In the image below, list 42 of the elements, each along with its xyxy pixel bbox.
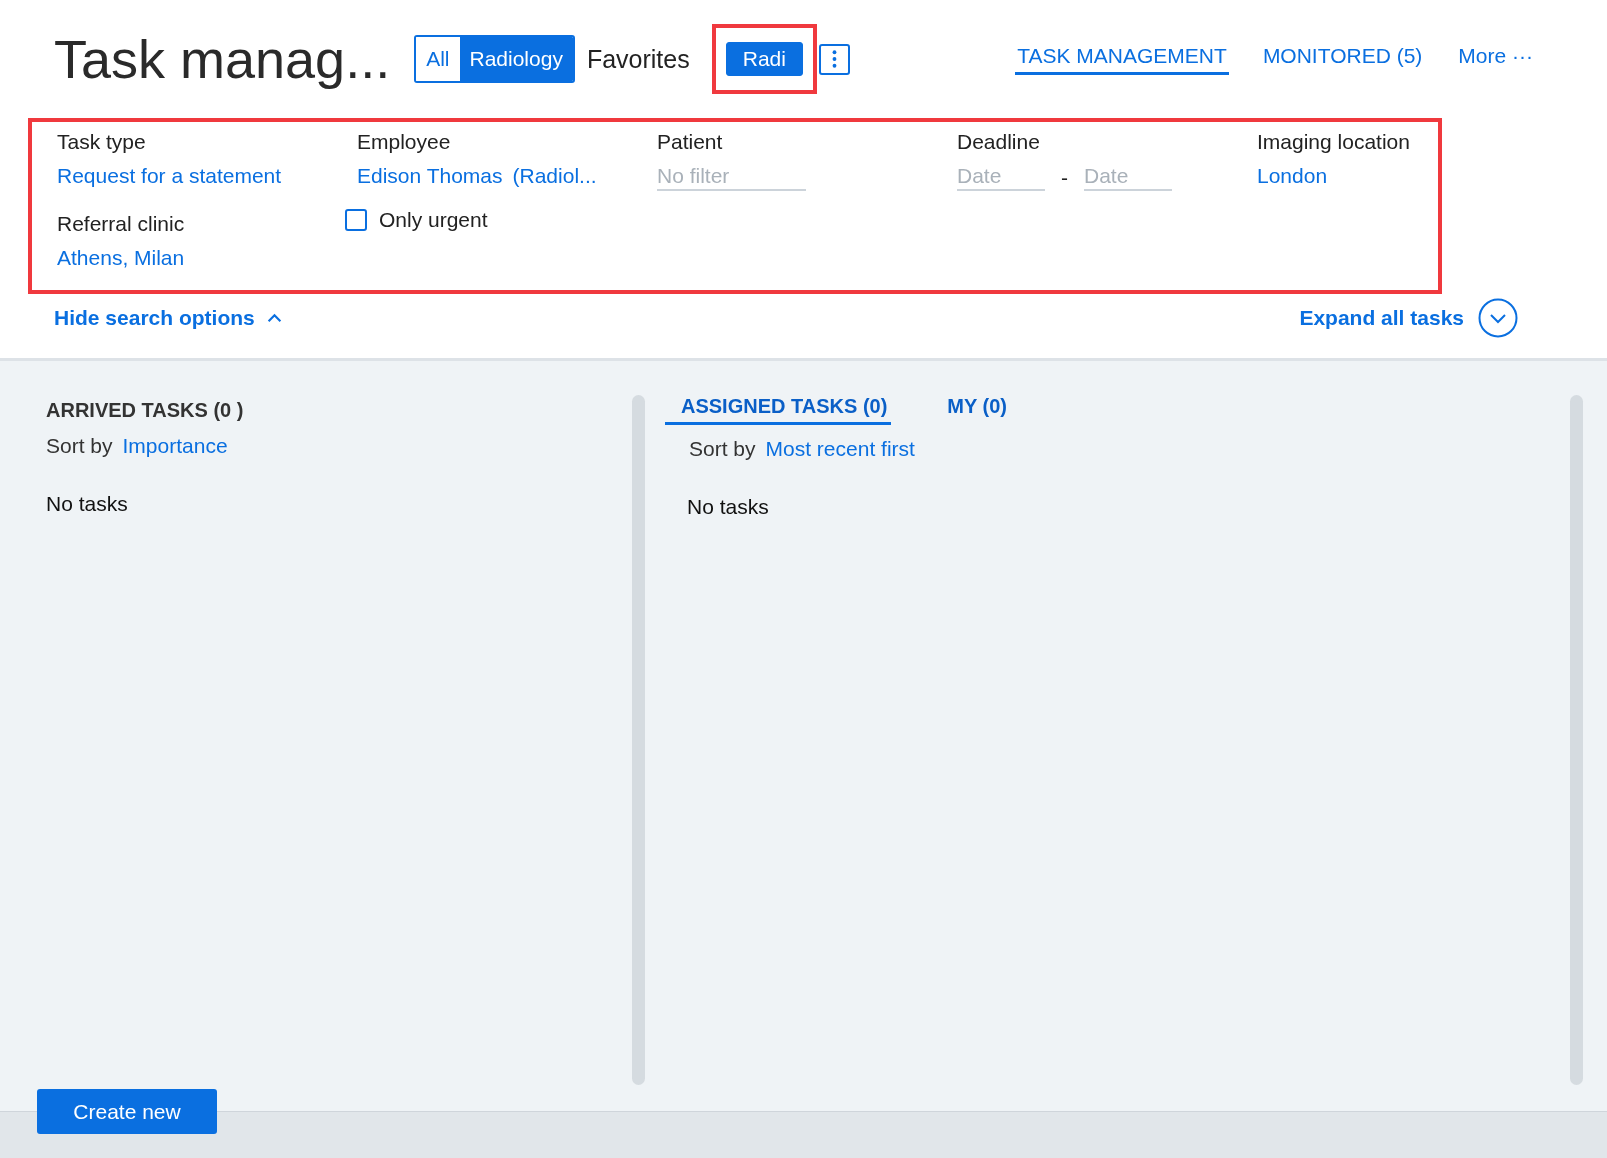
scrollbar[interactable] (632, 395, 645, 1085)
column-tab[interactable]: ASSIGNED TASKS (0) (665, 395, 892, 425)
chevron-down-circle-icon (1478, 298, 1518, 338)
date-input[interactable]: Date (957, 164, 1045, 191)
more-options-button[interactable] (818, 43, 850, 75)
filter-label: Employee (357, 130, 452, 154)
sort-option-link[interactable]: Importance (122, 434, 228, 458)
filter-label: Task type (57, 130, 147, 154)
filter-value-link[interactable]: Athens, Milan (57, 246, 185, 270)
expand-all-tasks-link[interactable]: Expand all tasks (1299, 306, 1464, 330)
scrollbar[interactable] (1570, 395, 1583, 1085)
empty-message: No tasks (686, 495, 770, 519)
create-new-button[interactable]: Create new (37, 1089, 217, 1134)
filter-input[interactable]: No filter (657, 164, 806, 191)
checkbox-label: Only urgent (379, 208, 488, 232)
checkbox[interactable] (345, 209, 367, 231)
filter-value-link[interactable]: (Radiol... (512, 164, 597, 188)
favorites-label: Favorites (586, 44, 690, 74)
sort-option-link[interactable]: Most recent first (765, 437, 915, 461)
filter-label: Deadline (957, 130, 1041, 154)
filter-label: Imaging location (1257, 130, 1411, 154)
page-title: Task manag... (54, 28, 391, 90)
caret-up-icon (266, 313, 282, 323)
nav-tab[interactable]: TASK MANAGEMENT (1015, 43, 1229, 75)
kebab-icon (831, 50, 837, 68)
nav-tab[interactable]: MONITORED (5) (1260, 43, 1425, 75)
filter-value-link[interactable]: London (1257, 164, 1328, 188)
filter-label: Referral clinic (57, 212, 186, 236)
favorite-chip[interactable]: Radi (725, 42, 803, 76)
range-separator: - (1061, 165, 1068, 190)
empty-message: No tasks (46, 492, 129, 516)
filter-value-link[interactable]: Request for a statement (57, 164, 282, 188)
column-tab[interactable]: MY (0) (931, 395, 1011, 425)
date-input[interactable]: Date (1084, 164, 1172, 191)
column-title: ARRIVED TASKS (0 ) (46, 399, 245, 422)
scope-toggle-button[interactable]: Radiology (459, 37, 573, 81)
filter-label: Patient (657, 130, 724, 154)
filter-value-link[interactable]: Edison Thomas (357, 164, 503, 188)
sort-label: Sort by (46, 434, 113, 458)
nav-tab[interactable]: More ··· (1456, 43, 1535, 75)
sort-label: Sort by (689, 437, 756, 461)
hide-search-options-link[interactable]: Hide search options (28, 306, 282, 330)
